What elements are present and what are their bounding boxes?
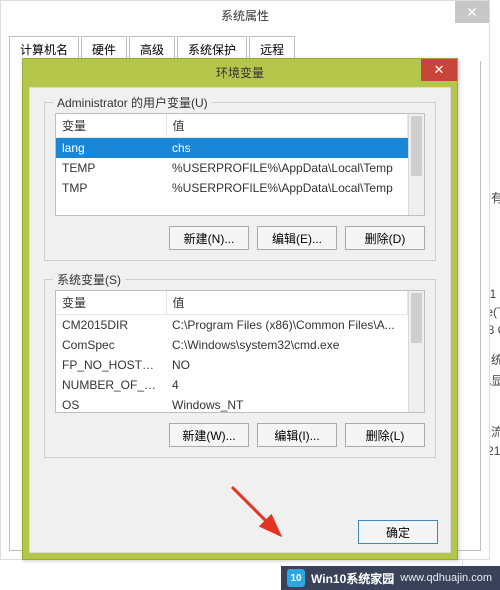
column-header-variable[interactable]: 变量	[56, 291, 166, 315]
sys-vars-tbody: CM2015DIRC:\Program Files (x86)\Common F…	[56, 315, 408, 413]
cell-variable: lang	[56, 138, 166, 159]
system-buttons-row: 新建(W)... 编辑(I)... 删除(L)	[55, 423, 425, 447]
dialog-close-button[interactable]: ✕	[421, 59, 457, 81]
scrollbar-thumb[interactable]	[411, 116, 422, 176]
system-table-scrollbar[interactable]	[408, 291, 424, 412]
table-row[interactable]: CM2015DIRC:\Program Files (x86)\Common F…	[56, 315, 408, 336]
environment-variables-dialog: 环境变量 ✕ Administrator 的用户变量(U) 变量 值 langc…	[22, 58, 458, 560]
watermark-url: www.qdhuajin.com	[400, 572, 492, 584]
table-row[interactable]: TMP%USERPROFILE%\AppData\Local\Temp	[56, 178, 408, 198]
cell-value: NO	[166, 355, 408, 375]
cell-variable: OS	[56, 395, 166, 412]
table-row[interactable]: FP_NO_HOST_CH...NO	[56, 355, 408, 375]
system-new-button[interactable]: 新建(W)...	[169, 423, 249, 447]
cell-value: Windows_NT	[166, 395, 408, 412]
system-variables-table[interactable]: 变量 值 CM2015DIRC:\Program Files (x86)\Com…	[55, 290, 425, 413]
user-delete-button[interactable]: 删除(D)	[345, 226, 425, 250]
close-icon: ✕	[466, 4, 478, 21]
cell-value: C:\Program Files (x86)\Common Files\A...	[166, 315, 408, 336]
dialog-bottom-row: 确定	[36, 520, 444, 544]
table-row[interactable]: OSWindows_NT	[56, 395, 408, 412]
user-edit-button[interactable]: 编辑(E)...	[257, 226, 337, 250]
watermark-brand: Win10系统家园	[311, 570, 394, 587]
system-delete-button[interactable]: 删除(L)	[345, 423, 425, 447]
cell-value: C:\Windows\system32\cmd.exe	[166, 335, 408, 355]
ok-button[interactable]: 确定	[358, 520, 438, 544]
system-edit-button[interactable]: 编辑(I)...	[257, 423, 337, 447]
back-window-titlebar: 系统属性 ✕	[1, 1, 489, 29]
cell-variable: FP_NO_HOST_CH...	[56, 355, 166, 375]
cell-variable: CM2015DIR	[56, 315, 166, 336]
back-window-title: 系统属性	[221, 7, 269, 24]
cell-variable: NUMBER_OF_PR...	[56, 375, 166, 395]
user-variables-group: Administrator 的用户变量(U) 变量 值 langchsTEMP%…	[44, 102, 436, 261]
back-window-close-button[interactable]: ✕	[455, 1, 489, 23]
column-header-variable[interactable]: 变量	[56, 114, 166, 138]
cell-value: 4	[166, 375, 408, 395]
watermark-logo-icon: 10	[287, 569, 305, 587]
table-row[interactable]: TEMP%USERPROFILE%\AppData\Local\Temp	[56, 158, 408, 178]
table-row[interactable]: langchs	[56, 138, 408, 159]
cell-variable: ComSpec	[56, 335, 166, 355]
cell-value: %USERPROFILE%\AppData\Local\Temp	[166, 178, 408, 198]
table-row[interactable]: ComSpecC:\Windows\system32\cmd.exe	[56, 335, 408, 355]
cell-value: chs	[166, 138, 408, 159]
table-row[interactable]: NUMBER_OF_PR...4	[56, 375, 408, 395]
column-header-value[interactable]: 值	[166, 114, 408, 138]
user-variables-table[interactable]: 变量 值 langchsTEMP%USERPROFILE%\AppData\Lo…	[55, 113, 425, 216]
cell-variable: TEMP	[56, 158, 166, 178]
user-vars-tbody: langchsTEMP%USERPROFILE%\AppData\Local\T…	[56, 138, 408, 199]
user-new-button[interactable]: 新建(N)...	[169, 226, 249, 250]
dialog-body: Administrator 的用户变量(U) 变量 值 langchsTEMP%…	[29, 87, 451, 553]
dialog-titlebar: 环境变量 ✕	[23, 59, 457, 85]
watermark: 10 Win10系统家园 www.qdhuajin.com	[281, 566, 500, 590]
user-table-scrollbar[interactable]	[408, 114, 424, 215]
dialog-title: 环境变量	[216, 64, 264, 81]
close-icon: ✕	[434, 62, 445, 78]
cell-value: %USERPROFILE%\AppData\Local\Temp	[166, 158, 408, 178]
cell-variable: TMP	[56, 178, 166, 198]
system-variables-group: 系统变量(S) 变量 值 CM2015DIRC:\Program Files (…	[44, 279, 436, 458]
scrollbar-thumb[interactable]	[411, 293, 422, 343]
user-buttons-row: 新建(N)... 编辑(E)... 删除(D)	[55, 226, 425, 250]
user-group-label: Administrator 的用户变量(U)	[53, 94, 212, 111]
column-header-value[interactable]: 值	[166, 291, 408, 315]
system-group-label: 系统变量(S)	[53, 271, 125, 288]
